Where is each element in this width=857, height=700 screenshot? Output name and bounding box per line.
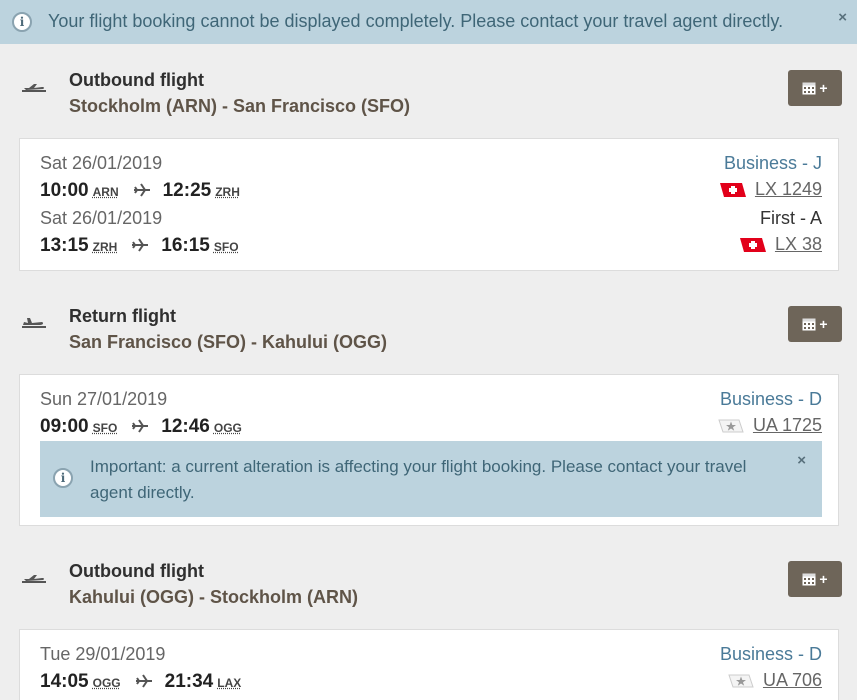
section-header: Outbound flight Kahului (OGG) - Stockhol…	[0, 561, 857, 621]
flight-number-group: LX 1249	[719, 179, 822, 200]
calendar-plus-label: +	[819, 316, 828, 332]
plane-arrow-icon	[135, 674, 152, 688]
swiss-airline-logo	[719, 182, 746, 197]
flight-booking-page: i Your flight booking cannot be displaye…	[0, 0, 857, 700]
arrival-time: 12:46	[161, 416, 210, 437]
arrival-airport[interactable]: OGG	[214, 421, 242, 435]
alert-message: Your flight booking cannot be displayed …	[48, 11, 784, 31]
plane-arrow-icon	[132, 419, 149, 433]
booking-class: Business - D	[719, 644, 822, 664]
flight-card: Sun 27/01/2019 09:00 SFO 12:46 OGG Busin…	[19, 374, 839, 526]
departure-airport[interactable]: ZRH	[93, 240, 118, 254]
segment-date: Tue 29/01/2019	[40, 644, 166, 664]
flight-number-group: LX 38	[739, 234, 822, 255]
close-icon[interactable]: ×	[797, 453, 806, 468]
calendar-icon	[802, 318, 816, 331]
booking-class: First - A	[760, 208, 822, 228]
segment-date: Sun 27/01/2019	[40, 389, 168, 409]
section-return: Return flight San Francisco (SFO) - Kahu…	[0, 306, 857, 528]
alert-message: Important: a current alteration is affec…	[90, 457, 747, 502]
plane-arrow-icon	[133, 183, 150, 197]
swiss-airline-logo	[739, 237, 766, 252]
arrival-time: 21:34	[164, 671, 214, 692]
flight-segment: Sun 27/01/2019 09:00 SFO 12:46 OGG Busin…	[20, 389, 840, 445]
section-title: Return flight	[69, 306, 176, 326]
info-icon: i	[53, 468, 73, 488]
section-title: Outbound flight	[69, 70, 204, 90]
flight-number-link[interactable]: UA 706	[763, 670, 822, 691]
section-route: San Francisco (SFO) - Kahului (OGG)	[69, 332, 388, 352]
flight-card: Tue 29/01/2019 14:05 OGG 21:34 LAX Busin…	[19, 629, 839, 700]
departure-airport[interactable]: SFO	[93, 421, 118, 435]
arrival-airport[interactable]: ZRH	[215, 185, 240, 199]
flight-number-link[interactable]: LX 38	[775, 234, 822, 255]
arrival-time: 16:15	[161, 235, 210, 256]
plane-arrow-icon	[132, 238, 149, 252]
segment-times: 13:15 ZRH 16:15 SFO	[40, 235, 239, 257]
flight-segment: Sat 26/01/2019 13:15 ZRH 16:15 SFO First…	[20, 208, 840, 264]
section-outbound-2: Outbound flight Kahului (OGG) - Stockhol…	[0, 561, 857, 700]
add-to-calendar-button[interactable]: +	[788, 306, 842, 342]
flight-number-group: UA 706	[728, 670, 822, 691]
add-to-calendar-button[interactable]: +	[788, 70, 842, 106]
flight-number-link[interactable]: UA 1725	[753, 415, 822, 436]
arrival-airport[interactable]: SFO	[214, 240, 239, 254]
plane-takeoff-icon	[22, 84, 46, 92]
flight-segment: Tue 29/01/2019 14:05 OGG 21:34 LAX Busin…	[20, 644, 840, 700]
star-alliance-logo	[718, 419, 744, 432]
section-header: Return flight San Francisco (SFO) - Kahu…	[0, 306, 857, 366]
calendar-icon	[802, 82, 816, 95]
calendar-plus-label: +	[819, 80, 828, 96]
booking-incomplete-alert: i Your flight booking cannot be displaye…	[0, 0, 857, 44]
flight-card: Sat 26/01/2019 10:00 ARN 12:25 ZRH Busin…	[19, 138, 839, 271]
calendar-plus-label: +	[819, 571, 828, 587]
segment-date: Sat 26/01/2019	[40, 208, 163, 228]
section-outbound-1: Outbound flight Stockholm (ARN) - San Fr…	[0, 70, 857, 274]
booking-class: Business - J	[723, 153, 822, 173]
section-route: Stockholm (ARN) - San Francisco (SFO)	[69, 96, 411, 116]
plane-takeoff-icon	[22, 575, 46, 583]
add-to-calendar-button[interactable]: +	[788, 561, 842, 597]
arrival-time: 12:25	[162, 180, 212, 201]
segment-date: Sat 26/01/2019	[40, 153, 163, 173]
flight-number-link[interactable]: LX 1249	[755, 179, 822, 200]
departure-airport[interactable]: ARN	[93, 185, 119, 199]
calendar-icon	[802, 573, 816, 586]
booking-class: Business - D	[719, 389, 822, 409]
segment-times: 09:00 SFO 12:46 OGG	[40, 416, 242, 438]
close-icon[interactable]: ×	[838, 10, 847, 25]
section-title: Outbound flight	[69, 561, 204, 581]
flight-number-group: UA 1725	[718, 415, 822, 436]
flight-segment: Sat 26/01/2019 10:00 ARN 12:25 ZRH Busin…	[20, 153, 840, 209]
departure-time: 10:00	[40, 180, 89, 201]
departure-airport[interactable]: OGG	[93, 676, 121, 690]
segment-times: 14:05 OGG 21:34 LAX	[40, 671, 241, 693]
section-header: Outbound flight Stockholm (ARN) - San Fr…	[0, 70, 857, 130]
departure-time: 09:00	[40, 416, 89, 437]
segment-times: 10:00 ARN 12:25 ZRH	[40, 180, 240, 202]
plane-landing-icon	[22, 318, 46, 328]
star-alliance-logo	[728, 674, 754, 687]
departure-time: 14:05	[40, 671, 89, 692]
departure-time: 13:15	[40, 235, 89, 256]
alteration-alert: i Important: a current alteration is aff…	[40, 441, 822, 517]
info-icon: i	[12, 12, 32, 32]
arrival-airport[interactable]: LAX	[217, 676, 241, 690]
section-route: Kahului (OGG) - Stockholm (ARN)	[69, 587, 358, 607]
